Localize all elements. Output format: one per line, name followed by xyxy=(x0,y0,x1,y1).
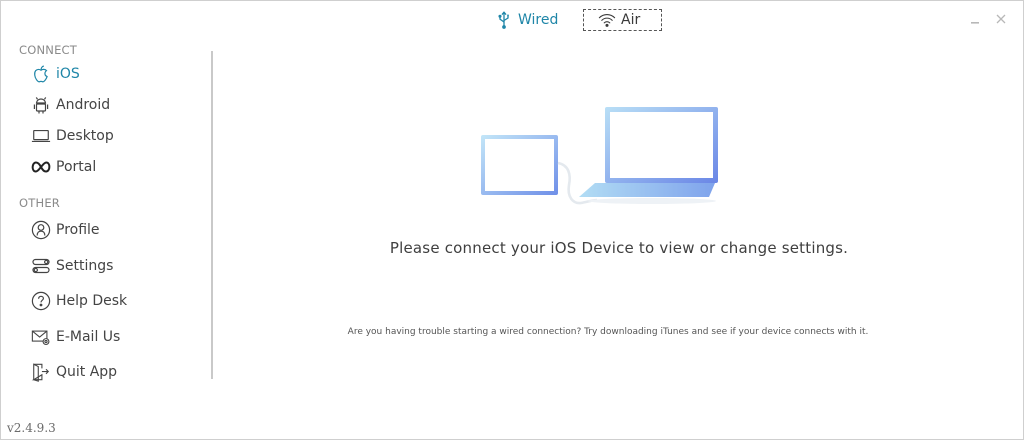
apple-icon xyxy=(31,64,51,84)
connect-device-message: Please connect your iOS Device to view o… xyxy=(389,239,849,257)
minimize-icon xyxy=(971,22,979,24)
section-label-connect: CONNECT xyxy=(19,43,78,57)
sidebar-item-portal[interactable]: Portal xyxy=(31,155,96,179)
sidebar-item-label: Help Desk xyxy=(56,293,128,309)
laptop-icon xyxy=(31,126,51,146)
minimize-button[interactable] xyxy=(967,11,983,27)
sidebar-item-help-desk[interactable]: Help Desk xyxy=(31,289,127,313)
sidebar-item-email[interactable]: E-Mail Us xyxy=(31,325,120,349)
meta-icon xyxy=(31,157,51,177)
sidebar-item-label: Profile xyxy=(56,222,100,238)
sidebar-item-profile[interactable]: Profile xyxy=(31,218,100,242)
cable-shape xyxy=(557,161,598,205)
toggles-icon xyxy=(31,256,51,276)
sidebar-item-label: Portal xyxy=(56,159,97,175)
user-icon xyxy=(31,220,51,240)
sidebar-item-label: iOS xyxy=(56,66,80,82)
sidebar-item-ios[interactable]: iOS xyxy=(31,62,80,86)
connection-help-note: Are you having trouble starting a wired … xyxy=(347,327,869,337)
sidebar-item-android[interactable]: Android xyxy=(31,93,110,117)
devices-illustration xyxy=(481,107,718,205)
sidebar-item-label: Quit App xyxy=(56,364,118,380)
laptop-shape xyxy=(579,107,718,204)
air-mode-label: Air xyxy=(621,12,641,28)
android-icon xyxy=(31,95,51,115)
question-icon xyxy=(31,291,51,311)
tablet-shape xyxy=(481,135,558,195)
sidebar-item-label: E-Mail Us xyxy=(56,329,121,345)
mail-icon xyxy=(31,327,51,347)
connection-mode-bar: Wired Air xyxy=(1,9,1024,33)
sidebar-item-label: Desktop xyxy=(56,128,114,144)
close-icon xyxy=(996,14,1006,24)
exit-icon xyxy=(31,362,51,382)
wired-mode-label: Wired xyxy=(518,12,559,28)
usb-icon xyxy=(495,11,513,29)
section-label-other: OTHER xyxy=(19,196,60,210)
wifi-icon xyxy=(598,11,616,29)
sidebar-item-settings[interactable]: Settings xyxy=(31,254,113,278)
close-button[interactable] xyxy=(993,11,1009,27)
version-label: v2.4.9.3 xyxy=(7,421,56,435)
sidebar-item-quit[interactable]: Quit App xyxy=(31,360,117,384)
wired-mode-button[interactable]: Wired xyxy=(495,9,558,31)
sidebar-item-desktop[interactable]: Desktop xyxy=(31,124,114,148)
sidebar-item-label: Android xyxy=(56,97,111,113)
app-window: Wired Air CONNECT iOS Android Desktop Po… xyxy=(0,0,1024,440)
air-mode-button[interactable]: Air xyxy=(583,9,662,31)
sidebar-item-label: Settings xyxy=(56,258,114,274)
